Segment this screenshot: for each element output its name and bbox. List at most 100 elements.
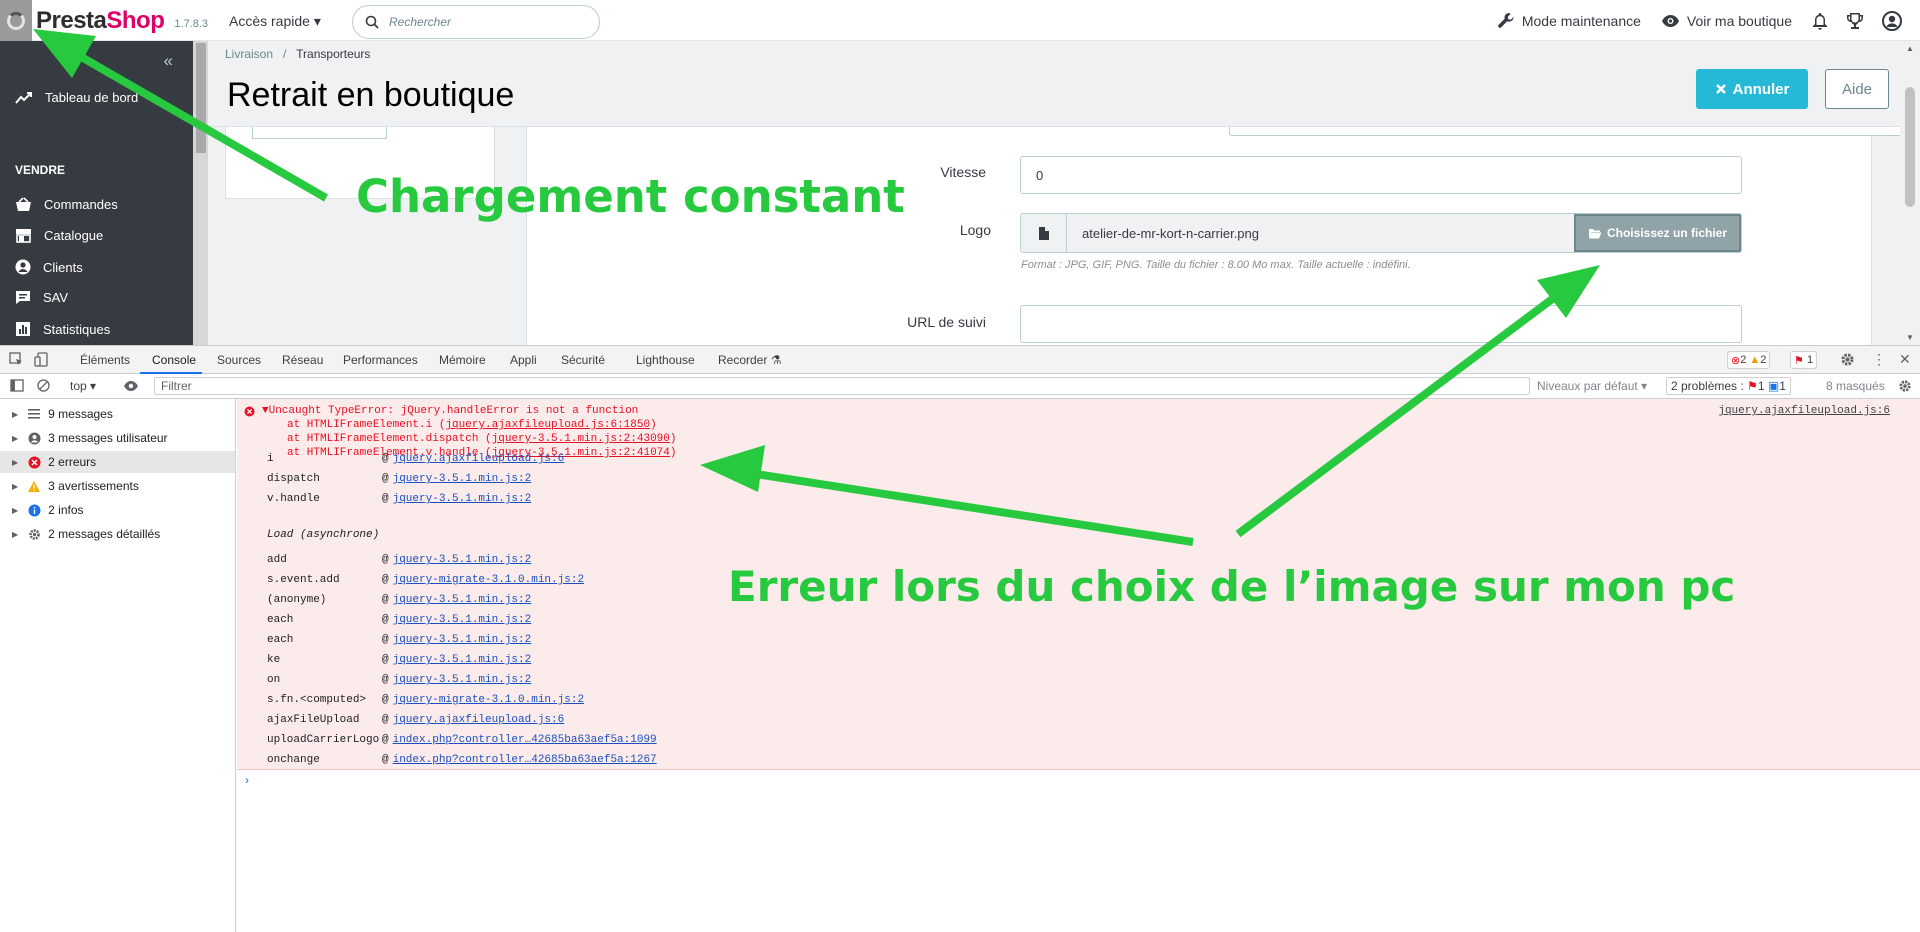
console-settings-gear-icon[interactable] <box>1898 379 1912 393</box>
trophy-icon[interactable] <box>1846 12 1864 30</box>
scroll-down-arrow-icon[interactable]: ▼ <box>1906 333 1914 342</box>
tab-lighthouse[interactable]: Lighthouse <box>636 353 695 367</box>
logo-label: Logo <box>959 222 991 238</box>
sidebar-item-sav[interactable]: SAV <box>15 290 68 305</box>
account-avatar-icon[interactable] <box>1882 10 1902 31</box>
problems-label: 2 problèmes : <box>1671 379 1744 393</box>
stack-frame-link[interactable]: jquery-migrate-3.1.0.min.js:2 <box>393 694 584 706</box>
sidebar-item-label: SAV <box>43 290 69 305</box>
tab-application[interactable]: Appli <box>510 353 537 367</box>
stack-frame-link[interactable]: jquery-migrate-3.1.0.min.js:2 <box>393 574 584 586</box>
console-prompt-chevron-icon[interactable]: › <box>245 773 249 787</box>
tab-recorder-label: Recorder <box>718 353 768 367</box>
stack-frame-link[interactable]: jquery-3.5.1.min.js:2 <box>393 554 532 566</box>
error-message[interactable]: ▼Uncaught TypeError: jQuery.handleError … <box>262 405 638 417</box>
console-filter-input[interactable]: Filtrer <box>154 377 1530 395</box>
live-expression-eye-icon[interactable] <box>123 380 139 392</box>
clear-console-icon[interactable] <box>37 379 50 392</box>
at-symbol: @ <box>382 554 389 566</box>
tracking-url-input[interactable] <box>1020 305 1742 343</box>
problems-button[interactable]: 2 problèmes : ⚑ 1 ▣ 1 <box>1666 377 1791 395</box>
tab-elements[interactable]: Éléments <box>80 353 130 367</box>
sidebar-item-orders[interactable]: Commandes <box>15 197 118 212</box>
stack-frame-link[interactable]: jquery-3.5.1.min.js:2 <box>393 674 532 686</box>
error-source-link[interactable]: jquery.ajaxfileupload.js:6 <box>1718 405 1890 417</box>
tab-memory[interactable]: Mémoire <box>439 353 486 367</box>
stack-frame-link[interactable]: index.php?controller…42685ba63aef5a:1099 <box>393 734 657 746</box>
error-circle-icon: ⊗ <box>1731 354 1741 367</box>
top-header: PrestaShop 1.7.8.3 Accès rapide ▾ Recher… <box>0 0 1920 41</box>
stack-frame-link[interactable]: jquery-3.5.1.min.js:2 <box>393 493 532 505</box>
stack-frame-function: each <box>267 614 294 626</box>
search-icon <box>365 15 379 29</box>
scrollbar-thumb[interactable] <box>1905 87 1915 207</box>
stack-frame-link[interactable]: jquery-3.5.1.min.js:2 <box>393 614 532 626</box>
notifications-bell-icon[interactable] <box>1812 12 1828 30</box>
tab-performance[interactable]: Performances <box>343 353 418 367</box>
more-options-icon[interactable]: ⋮ <box>1872 351 1886 368</box>
filter-user-messages[interactable]: ▶ 3 messages utilisateur <box>0 427 235 449</box>
tab-sources[interactable]: Sources <box>217 353 261 367</box>
stack-frame-link[interactable]: jquery-3.5.1.min.js:2 <box>393 634 532 646</box>
stack-frame-function: add <box>267 554 287 566</box>
tab-network[interactable]: Réseau <box>282 353 323 367</box>
close-devtools-icon[interactable]: ✕ <box>1899 351 1911 368</box>
filter-all-messages[interactable]: ▶ 9 messages <box>0 403 235 425</box>
tab-console[interactable]: Console <box>152 353 196 367</box>
warning-icon: ▲ <box>1749 354 1761 366</box>
stack-frame-row: onchange @ index.php?controller…42685ba63a… <box>267 754 657 766</box>
cancel-button[interactable]: Annuler <box>1696 69 1808 109</box>
tab-recorder[interactable]: Recorder ⚗ <box>718 353 781 367</box>
at-line-link[interactable]: jquery-3.5.1.min.js:2:43090 <box>492 433 670 445</box>
context-selector[interactable]: top ▾ <box>70 379 96 393</box>
filter-errors[interactable]: ▶ 2 erreurs <box>0 451 235 473</box>
collapse-sidebar-icon[interactable]: « <box>164 51 173 71</box>
quick-access-dropdown[interactable]: Accès rapide ▾ <box>229 13 321 30</box>
sidebar-item-dashboard[interactable]: Tableau de bord <box>15 90 138 105</box>
inspect-element-icon[interactable] <box>9 352 24 367</box>
sidebar-item-stats[interactable]: Statistiques <box>15 321 110 337</box>
device-toolbar-icon[interactable] <box>34 352 49 367</box>
stack-frame-link[interactable]: jquery-3.5.1.min.js:2 <box>393 594 532 606</box>
stack-frame-row: ke @ jquery-3.5.1.min.js:2 <box>267 654 531 666</box>
filter-warnings[interactable]: ▶ 3 avertissements <box>0 475 235 497</box>
error-text: Uncaught TypeError: jQuery.handleError i… <box>268 405 639 417</box>
sidebar-item-catalog[interactable]: Catalogue <box>15 228 103 243</box>
previous-field-input[interactable] <box>1229 127 1900 136</box>
scrollbar-thumb[interactable] <box>196 43 206 153</box>
breadcrumb-parent[interactable]: Livraison <box>225 47 273 61</box>
search-input[interactable]: Rechercher <box>352 5 600 39</box>
issue-flag-icon: ⚑ <box>1747 379 1758 393</box>
help-button[interactable]: Aide <box>1825 69 1889 109</box>
filter-verbose[interactable]: ▶ 2 messages détaillés <box>0 523 235 545</box>
page-scrollbar[interactable]: ▲ ▼ <box>1900 41 1920 345</box>
issues-counter[interactable]: ⚑ 1 <box>1790 351 1818 369</box>
filter-info[interactable]: ▶ 2 infos <box>0 499 235 521</box>
stack-frame-function: s.event.add <box>267 574 340 586</box>
stack-frame-link[interactable]: jquery.ajaxfileupload.js:6 <box>393 453 565 465</box>
stack-frame-link[interactable]: jquery.ajaxfileupload.js:6 <box>393 714 565 726</box>
stack-frame-link[interactable]: jquery-3.5.1.min.js:2 <box>393 654 532 666</box>
sidebar-scrollbar[interactable] <box>193 41 208 345</box>
sidebar: « Tableau de bord VENDRE Commandes Catal… <box>0 41 193 345</box>
view-shop-link[interactable]: Voir ma boutique <box>1661 13 1792 29</box>
maintenance-link[interactable]: Mode maintenance <box>1497 12 1641 30</box>
sidebar-toggle-icon[interactable] <box>10 379 24 392</box>
stack-frame-link[interactable]: index.php?controller…42685ba63aef5a:1267 <box>393 754 657 766</box>
choose-file-button[interactable]: Choisissez un fichier <box>1574 214 1741 252</box>
scroll-up-arrow-icon[interactable]: ▲ <box>1906 44 1914 53</box>
error-warning-counter[interactable]: ⊗ 2 ▲ 2 <box>1727 351 1771 369</box>
logo-file-input[interactable]: atelier-de-mr-kort-n-carrier.png Choisis… <box>1020 213 1742 253</box>
sidebar-item-customers[interactable]: Clients <box>15 259 83 275</box>
log-levels-dropdown[interactable]: Niveaux par défaut ▾ <box>1537 379 1647 393</box>
at-line-link[interactable]: jquery.ajaxfileupload.js:6:1850 <box>445 419 650 431</box>
tab-security[interactable]: Sécurité <box>561 353 605 367</box>
logo-area[interactable]: PrestaShop 1.7.8.3 <box>0 0 208 41</box>
at-symbol: @ <box>382 453 389 465</box>
logo-help-text: Format : JPG, GIF, PNG. Taille du fichie… <box>1021 259 1411 271</box>
speed-input[interactable]: 0 <box>1020 156 1742 194</box>
user-icon <box>15 259 31 275</box>
settings-gear-icon[interactable] <box>1840 352 1855 367</box>
stack-frame-link[interactable]: jquery-3.5.1.min.js:2 <box>393 473 532 485</box>
choose-file-label: Choisissez un fichier <box>1606 226 1728 240</box>
